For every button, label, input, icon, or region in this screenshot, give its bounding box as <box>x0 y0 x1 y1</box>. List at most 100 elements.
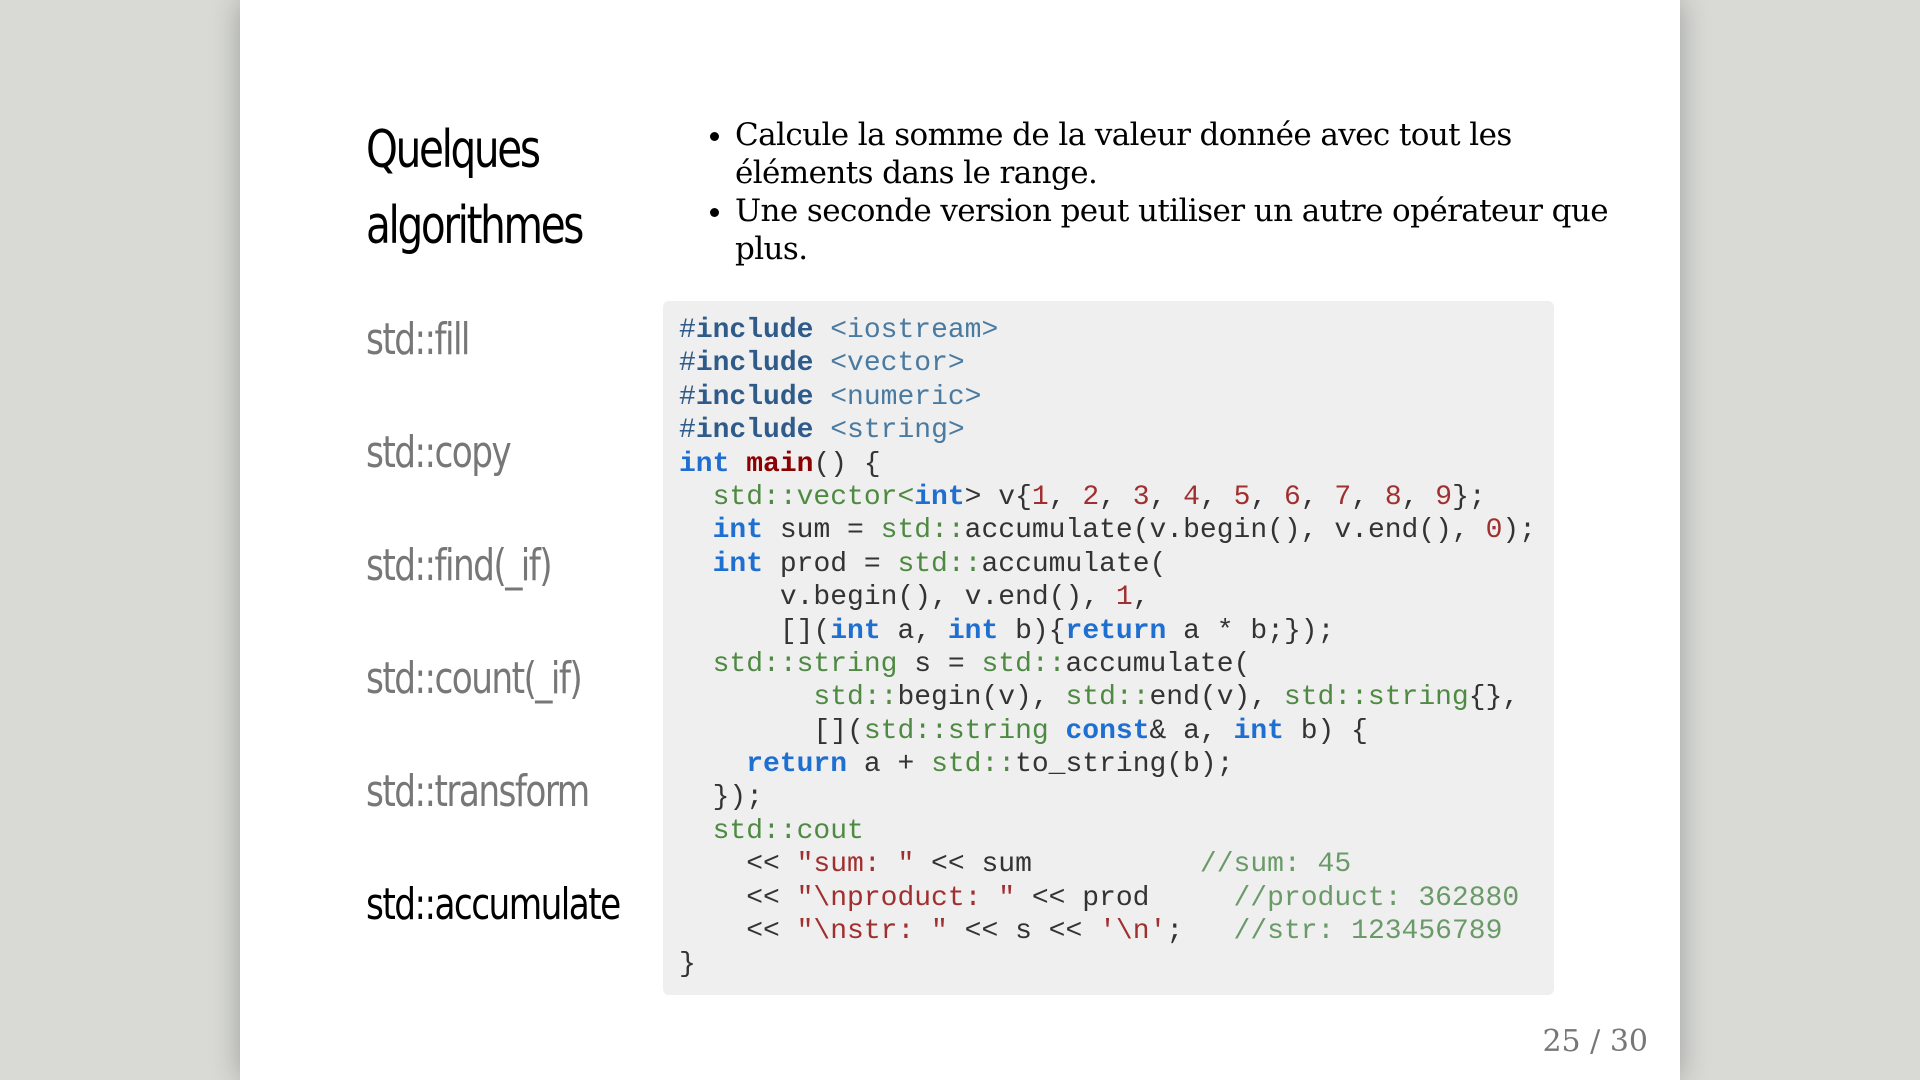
code-token: }); <box>679 782 764 814</box>
code-line: #include <string> <box>679 414 1554 447</box>
code-token: , <box>1149 481 1184 513</box>
code-token: , <box>1401 481 1436 513</box>
slide: Quelques algorithmes std::fill std::copy… <box>240 0 1680 1080</box>
code-line: std::cout <box>679 815 1554 848</box>
code-line: int prod = std::accumulate( <box>679 548 1554 581</box>
code-token: //str: 123456789 <box>1233 916 1503 948</box>
code-token: std:: <box>813 682 898 714</box>
code-token: accumulate( <box>981 548 1167 580</box>
code-token: () { <box>813 448 881 480</box>
code-line: return a + std::to_string(b); <box>679 748 1554 781</box>
code-token: include <box>695 381 814 413</box>
page-number: 25 / 30 <box>1542 1024 1648 1059</box>
code-token: []( <box>679 715 864 747</box>
code-token: b) { <box>1283 715 1368 747</box>
code-line: } <box>679 948 1554 981</box>
code-token: sum = <box>763 515 881 547</box>
code-token: > v{ <box>964 481 1032 513</box>
code-token: const <box>1065 715 1150 747</box>
code-token: & a, <box>1149 715 1234 747</box>
nav-item-std-transform[interactable]: std::transform <box>366 757 623 870</box>
code-token: b){ <box>998 615 1066 647</box>
code-token: int <box>830 615 881 647</box>
code-token: std:: <box>897 548 982 580</box>
code-line: #include <numeric> <box>679 381 1554 414</box>
code-line: v.begin(), v.end(), 1, <box>679 581 1554 614</box>
code-token: int <box>712 548 764 580</box>
code-token: "sum: " <box>796 849 915 881</box>
code-token: int <box>679 448 730 480</box>
bullet-list: Calcule la somme de la valeur donnée ave… <box>700 116 1635 268</box>
code-line: << "\nstr: " << s << '\n'; //str: 123456… <box>679 915 1554 948</box>
code-token: std:: <box>1065 682 1150 714</box>
code-token: 4 <box>1183 481 1200 513</box>
code-token: << <box>679 882 797 914</box>
code-line: }); <box>679 781 1554 814</box>
code-token: main <box>746 448 814 480</box>
bullet-item: Calcule la somme de la valeur donnée ave… <box>735 116 1635 192</box>
code-block: #include <iostream> #include <vector> #inc… <box>663 301 1554 995</box>
code-token: , <box>1199 481 1234 513</box>
slide-title: Quelques algorithmes <box>366 120 584 256</box>
code-token: //sum: 45 <box>1199 849 1352 881</box>
code-line: [](std::string const& a, int b) { <box>679 715 1554 748</box>
code-token: << <box>679 849 797 881</box>
code-line: std::vector<int> v{1, 2, 3, 4, 5, 6, 7, … <box>679 481 1554 514</box>
code-line: std::string s = std::accumulate( <box>679 648 1554 681</box>
code-token: std:: <box>931 749 1016 781</box>
code-token: << sum <box>914 849 1200 881</box>
code-token: std:: <box>880 515 965 547</box>
nav-item-std-copy[interactable]: std::copy <box>366 418 623 531</box>
code-token: std::string <box>863 715 1049 747</box>
code-token: "\nstr: " <box>796 916 948 948</box>
code-token: int <box>712 515 764 547</box>
code-token: 1 <box>1115 582 1133 614</box>
code-token: <vector> <box>830 348 965 380</box>
code-token: begin(v), <box>897 682 1066 714</box>
nav-item-std-count-if[interactable]: std::count(_if) <box>366 644 623 757</box>
code-token: 7 <box>1334 481 1352 513</box>
code-token: '\n' <box>1099 916 1167 948</box>
code-token: 3 <box>1132 481 1150 513</box>
code-token: std::vector< <box>712 481 915 513</box>
code-token: , <box>1250 481 1284 513</box>
code-token: 8 <box>1384 481 1402 513</box>
code-token: }; <box>1452 481 1486 513</box>
code-token: # <box>679 348 696 380</box>
code-token: return <box>1065 615 1167 647</box>
code-token: # <box>679 381 696 413</box>
algorithm-nav: std::fill std::copy std::find(_if) std::… <box>366 305 696 983</box>
code-token: 5 <box>1233 481 1251 513</box>
code-token: s = <box>897 648 982 680</box>
nav-item-std-find-if[interactable]: std::find(_if) <box>366 531 623 644</box>
code-token: 0 <box>1485 515 1503 547</box>
code-token: v.begin(), v.end(), <box>679 582 1116 614</box>
code-token: ); <box>1502 515 1536 547</box>
code-token: <iostream> <box>830 315 999 346</box>
code-token: to_string(b); <box>1015 749 1234 781</box>
code-token: 1 <box>1031 481 1049 513</box>
code-line: std::begin(v), std::end(v), std::string{… <box>679 681 1554 714</box>
nav-item-std-accumulate[interactable]: std::accumulate <box>366 870 623 983</box>
code-token: end(v), <box>1149 682 1284 714</box>
code-token: accumulate( <box>1065 648 1251 680</box>
code-token: # <box>679 315 696 346</box>
code-token: , <box>1048 481 1083 513</box>
code-token: int <box>947 615 999 647</box>
code-token: std:: <box>981 648 1066 680</box>
code-line: << "\nproduct: " << prod //product: 3628… <box>679 882 1554 915</box>
code-token: "\nproduct: " <box>796 882 1016 914</box>
code-token: , <box>1099 481 1133 513</box>
nav-item-std-fill[interactable]: std::fill <box>366 305 623 418</box>
code-token: << s << <box>947 916 1100 948</box>
code-token: a + <box>847 749 932 781</box>
code-token: accumulate(v.begin(), v.end(), <box>964 515 1486 547</box>
code-token: std::cout <box>712 815 864 847</box>
code-token: //product: 362880 <box>1233 882 1520 914</box>
code-line: #include <iostream> <box>679 314 1554 347</box>
